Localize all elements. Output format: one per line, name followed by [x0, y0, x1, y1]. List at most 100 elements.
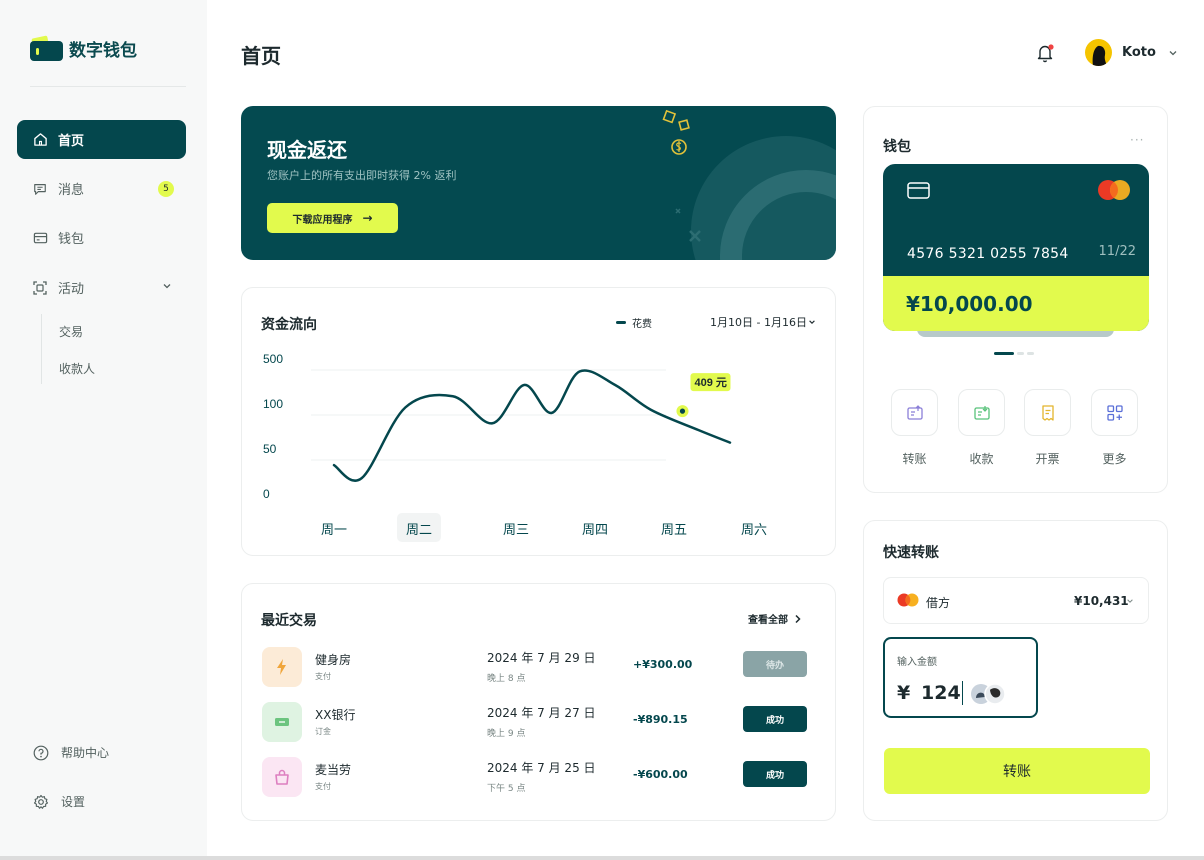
page-dot[interactable]: [1017, 352, 1024, 355]
x-tick-label[interactable]: 周二: [406, 522, 432, 537]
promo-title: 现金返还: [267, 138, 347, 162]
date-range-select[interactable]: 1月10日 - 1月16日: [710, 314, 816, 330]
bank-card[interactable]: 4576 5321 0255 7854 11/22 ¥10,000.00: [883, 164, 1149, 331]
help-center-link[interactable]: 帮助中心: [33, 744, 109, 761]
transaction-date: 2024 年 7 月 27 日: [487, 706, 596, 720]
app-name: 数字钱包: [69, 40, 137, 61]
table-row[interactable]: 麦当劳 支付 2024 年 7 月 25 日 下午 5 点 -¥600.00 成…: [262, 757, 807, 799]
chart-legend: 花费: [616, 315, 652, 330]
tooltip-label: 409 元: [694, 376, 726, 389]
transaction-name: 麦当劳: [315, 763, 352, 777]
banner-decoration: [662, 109, 836, 260]
y-tick-label: 0: [263, 487, 270, 501]
sidebar-item-messages[interactable]: 消息 5: [17, 169, 186, 208]
notification-button[interactable]: [1036, 42, 1056, 68]
sidebar-item-label: 消息: [58, 183, 85, 198]
cashflow-title: 资金流向: [261, 317, 317, 333]
date-range-value: 1月10日 - 1月16日: [710, 316, 807, 329]
ticket-icon: [275, 718, 289, 726]
transfer-button[interactable]: 转账: [884, 748, 1150, 794]
legend-label: 花费: [632, 319, 652, 330]
quick-action-tile[interactable]: [958, 389, 1005, 436]
sidebar-item-wallet[interactable]: 钱包: [17, 218, 186, 257]
transaction-icon: [262, 647, 302, 687]
settings-link[interactable]: 设置: [33, 793, 85, 810]
shopping-bag-icon: [275, 769, 289, 785]
x-tick-label[interactable]: 周六: [741, 522, 767, 537]
download-app-button[interactable]: 下载应用程序 →: [267, 203, 398, 233]
card-icon: [907, 182, 930, 199]
card-pagination[interactable]: [994, 352, 1034, 355]
activity-icon: [32, 280, 48, 296]
receive-icon: [973, 405, 990, 420]
view-all-label: 查看全部: [748, 615, 788, 626]
page-dot-active[interactable]: [994, 352, 1014, 355]
transaction-type: 支付: [315, 672, 331, 681]
app-logo[interactable]: 数字钱包: [30, 34, 137, 62]
x-tick-label[interactable]: 周三: [503, 522, 529, 537]
quick-action-receive[interactable]: 收款: [958, 389, 1005, 467]
more-grid-icon: [1106, 404, 1123, 421]
avatar: [1085, 39, 1112, 66]
user-menu[interactable]: Koto: [1085, 39, 1178, 66]
download-app-label: 下载应用程序: [292, 214, 353, 226]
invoice-icon: [1041, 404, 1054, 421]
table-row[interactable]: XX银行 订金 2024 年 7 月 27 日 晚上 9 点 -¥890.15 …: [262, 702, 807, 744]
status-badge[interactable]: 成功: [743, 706, 807, 732]
account-select[interactable]: 借方 ¥10,431: [883, 577, 1149, 624]
settings-label: 设置: [61, 795, 86, 809]
chevron-down-icon: [1127, 599, 1133, 603]
more-options-icon[interactable]: ···: [1130, 133, 1144, 147]
quick-action-label: 转账: [902, 452, 927, 466]
chat-icon: [32, 181, 48, 197]
recipient-avatars[interactable]: [969, 682, 1009, 706]
quick-action-invoice[interactable]: 开票: [1024, 389, 1071, 467]
sidebar-item-home[interactable]: 首页: [17, 120, 186, 159]
lightning-icon: [277, 659, 286, 675]
submenu-line: [41, 314, 42, 384]
card-balance: ¥10,000.00: [883, 276, 1149, 331]
page-dot[interactable]: [1027, 352, 1034, 355]
quick-action-more-grid[interactable]: 更多: [1091, 389, 1138, 467]
transaction-time: 晚上 8 点: [487, 674, 526, 684]
home-icon: [32, 132, 48, 148]
transaction-date: 2024 年 7 月 25 日: [487, 761, 596, 775]
wallet-logo-icon: [30, 35, 63, 61]
promo-subtitle: 您账户上的所有支出即时获得 2% 返利: [267, 169, 457, 182]
y-tick-label: 50: [263, 442, 277, 456]
series-line: [332, 369, 732, 482]
sidebar-item-activity[interactable]: 活动: [17, 268, 186, 307]
chevron-down-icon[interactable]: [162, 281, 172, 291]
highlight-point-core: [679, 408, 686, 414]
transaction-time: 晚上 9 点: [487, 729, 526, 739]
sidebar-subitem-payees[interactable]: 收款人: [59, 360, 95, 377]
transaction-amount: -¥890.15: [633, 713, 688, 726]
horizontal-scrollbar[interactable]: [0, 856, 1204, 860]
unread-badge: 5: [158, 181, 174, 197]
table-row[interactable]: 健身房 支付 2024 年 7 月 29 日 晚上 8 点 +¥300.00 待…: [262, 647, 807, 689]
currency-symbol: ¥: [897, 682, 911, 704]
quick-action-tile[interactable]: [1091, 389, 1138, 436]
sidebar-item-label: 首页: [58, 134, 85, 149]
account-type: 借方: [926, 596, 951, 610]
quick-action-tile[interactable]: [1024, 389, 1071, 436]
chevron-right-icon: [795, 614, 801, 623]
transaction-amount: +¥300.00: [633, 658, 693, 671]
amount-input[interactable]: 输入金额 ¥ 124: [883, 637, 1038, 718]
sidebar-subitem-transactions[interactable]: 交易: [59, 323, 83, 340]
wallet-title: 钱包: [883, 139, 911, 155]
x-tick-label[interactable]: 周五: [661, 522, 687, 537]
cashback-banner: 现金返还 您账户上的所有支出即时获得 2% 返利 下载应用程序 →: [241, 106, 836, 260]
transaction-name: 健身房: [315, 653, 352, 667]
arrow-right-icon: →: [362, 211, 373, 225]
quick-action-tile[interactable]: [891, 389, 938, 436]
x-tick-label[interactable]: 周四: [582, 522, 608, 537]
transaction-icon: [262, 757, 302, 797]
status-badge[interactable]: 待办: [743, 651, 807, 677]
quick-action-label: 开票: [1035, 452, 1060, 466]
quick-action-transfer[interactable]: 转账: [891, 389, 938, 467]
x-tick-label[interactable]: 周一: [321, 522, 347, 537]
mastercard-icon: [1098, 180, 1130, 200]
status-badge[interactable]: 成功: [743, 761, 807, 787]
view-all-link[interactable]: 查看全部: [748, 611, 802, 626]
